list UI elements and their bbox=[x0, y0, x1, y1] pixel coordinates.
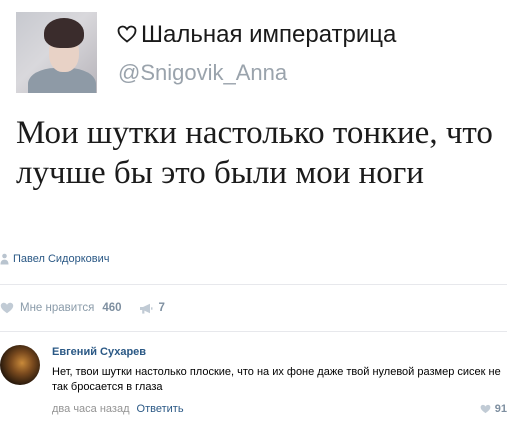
like-button[interactable]: Мне нравится 460 bbox=[0, 302, 122, 314]
comment-author-name[interactable]: Евгений Сухарев bbox=[52, 346, 146, 358]
comment-meta: два часа назад Ответить bbox=[52, 403, 184, 415]
like-count: 460 bbox=[102, 302, 122, 314]
post-divider bbox=[0, 284, 507, 285]
comment-like-button[interactable]: 91 bbox=[480, 403, 507, 415]
like-label: Мне нравится bbox=[20, 302, 95, 314]
heart-icon bbox=[480, 404, 491, 414]
comment-timestamp[interactable]: два часа назад bbox=[52, 403, 129, 415]
comments-divider bbox=[0, 331, 507, 332]
comment-avatar[interactable] bbox=[0, 345, 40, 385]
tweet-handle: @Snigovik_Anna bbox=[118, 60, 288, 85]
reply-button[interactable]: Ответить bbox=[137, 403, 184, 415]
share-count: 7 bbox=[158, 302, 165, 314]
post-author-name[interactable]: Павел Сидоркович bbox=[13, 253, 110, 265]
share-button[interactable]: 7 bbox=[139, 302, 165, 314]
post-actions: Мне нравится 460 7 bbox=[0, 299, 165, 317]
person-icon bbox=[0, 253, 9, 265]
tweet-display-name: Шальная императрица bbox=[117, 21, 396, 50]
megaphone-icon bbox=[139, 303, 152, 314]
tweet-display-name-text: Шальная императрица bbox=[141, 21, 397, 48]
post-author-line[interactable]: Павел Сидоркович bbox=[0, 252, 110, 266]
comment-text: Нет, твои шутки настолько плоские, что н… bbox=[52, 366, 501, 393]
tweet-avatar bbox=[16, 12, 97, 93]
tweet-text: Мои шутки настолько тонкие, что лучше бы… bbox=[16, 115, 493, 191]
heart-outline-icon bbox=[117, 22, 137, 50]
heart-icon bbox=[0, 302, 14, 314]
comment-like-count: 91 bbox=[494, 403, 507, 415]
